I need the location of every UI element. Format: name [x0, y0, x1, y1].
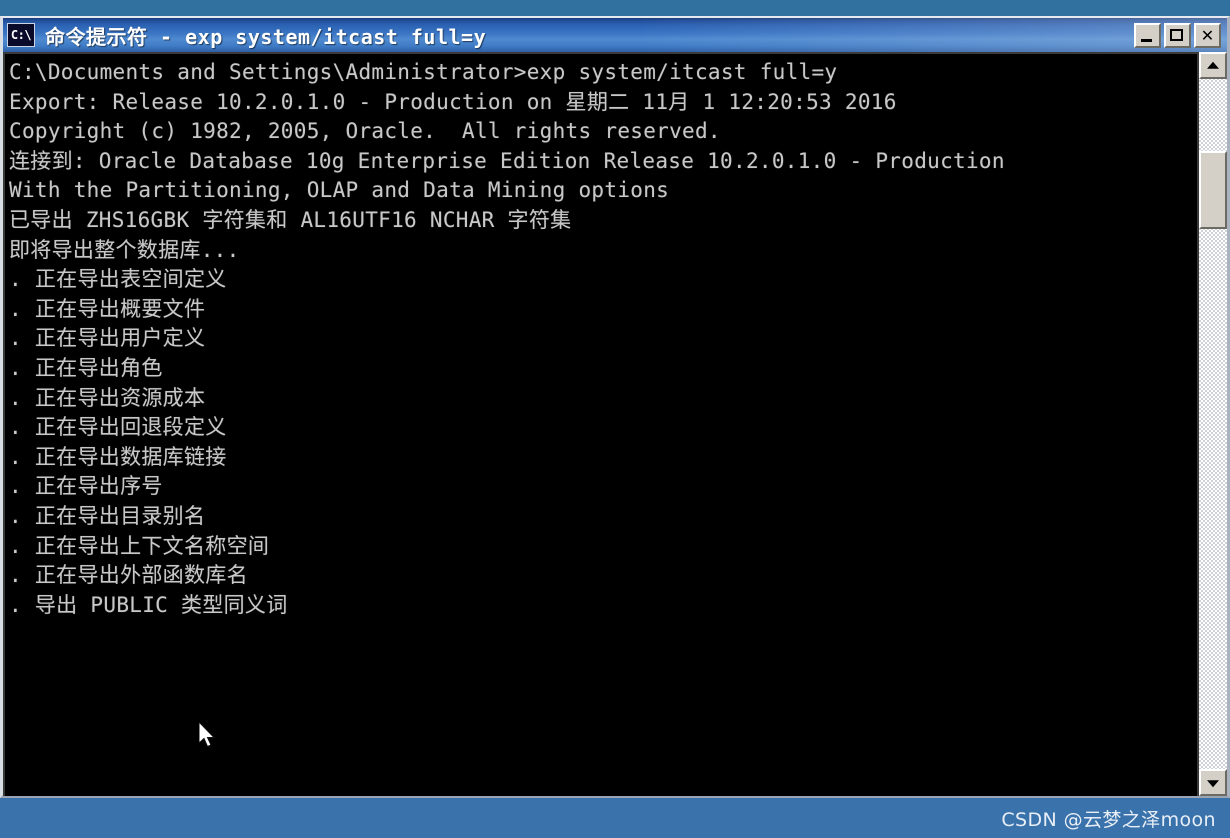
console-line: . 正在导出角色	[9, 355, 163, 380]
console-output[interactable]: C:\Documents and Settings\Administrator>…	[3, 52, 1197, 796]
chevron-down-icon	[1207, 779, 1219, 787]
maximize-button[interactable]	[1164, 22, 1191, 48]
console-line: . 正在导出外部函数库名	[9, 563, 248, 588]
watermark-text: CSDN @云梦之泽moon	[1001, 808, 1216, 831]
console-line: With the Partitioning, OLAP and Data Min…	[9, 178, 670, 203]
console-line: 即将导出整个数据库...	[9, 237, 240, 262]
screen-root: C:\ 命令提示符 - exp system/itcast full=y ✕ C…	[0, 0, 1230, 838]
console-line: . 正在导出资源成本	[9, 385, 206, 410]
console-area: C:\Documents and Settings\Administrator>…	[3, 52, 1227, 796]
close-icon: ✕	[1200, 25, 1215, 45]
window-titlebar[interactable]: C:\ 命令提示符 - exp system/itcast full=y ✕	[3, 18, 1227, 52]
scroll-up-button[interactable]	[1199, 52, 1227, 79]
console-line: . 正在导出序号	[9, 474, 163, 499]
window-title: 命令提示符 - exp system/itcast full=y	[45, 24, 487, 49]
vertical-scrollbar[interactable]	[1197, 52, 1227, 796]
cmd-console-icon: C:\	[7, 23, 35, 47]
console-line: . 正在导出目录别名	[9, 503, 206, 528]
console-line: . 正在导出上下文名称空间	[9, 533, 270, 558]
console-line: 已导出 ZHS16GBK 字符集和 AL16UTF16 NCHAR 字符集	[9, 207, 572, 232]
console-line: Export: Release 10.2.0.1.0 - Production …	[9, 89, 897, 114]
command-prompt-window: C:\ 命令提示符 - exp system/itcast full=y ✕ C…	[0, 16, 1230, 798]
console-line: C:\Documents and Settings\Administrator>…	[9, 60, 838, 84]
console-line: . 正在导出回退段定义	[9, 415, 227, 440]
scroll-thumb[interactable]	[1199, 151, 1227, 229]
minimize-button[interactable]	[1134, 22, 1161, 48]
scroll-down-button[interactable]	[1199, 769, 1227, 796]
close-button[interactable]: ✕	[1194, 22, 1221, 48]
console-line: . 导出 PUBLIC 类型同义词	[9, 592, 288, 617]
scrollbar-track[interactable]	[1199, 79, 1227, 769]
csdn-watermark-bar: CSDN @云梦之泽moon	[0, 798, 1230, 838]
chevron-up-icon	[1207, 61, 1219, 69]
console-line: 连接到: Oracle Database 10g Enterprise Edit…	[9, 148, 1005, 173]
console-line: . 正在导出表空间定义	[9, 267, 227, 292]
console-line: . 正在导出概要文件	[9, 296, 206, 321]
console-line: . 正在导出用户定义	[9, 326, 206, 351]
console-line: . 正在导出数据库链接	[9, 444, 227, 469]
minimize-icon	[1141, 38, 1152, 42]
maximize-icon	[1170, 28, 1183, 41]
window-controls: ✕	[1134, 22, 1225, 48]
console-line: Copyright (c) 1982, 2005, Oracle. All ri…	[9, 119, 721, 144]
